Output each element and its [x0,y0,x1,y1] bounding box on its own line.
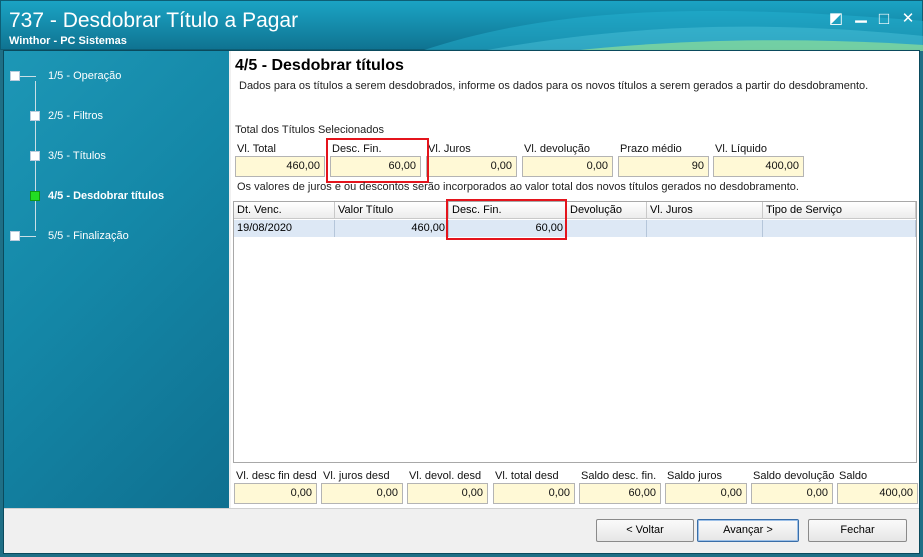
step-label: 2/5 - Filtros [48,110,104,122]
button-bar: < Voltar Avançar > Fechar [4,508,919,553]
total-value-field[interactable]: 460,00 [235,156,325,177]
title-bar: 737 - Desdobrar Título a Pagar Winthor -… [0,0,923,51]
prazo-medio-label: Prazo médio [620,143,682,155]
liquido-label: Vl. Líquido [715,143,767,155]
cell-valor-titulo: 460,00 [335,220,449,237]
cell-dt-venc: 19/08/2020 [234,220,335,237]
page-description: Dados para os títulos a serem desdobrado… [239,80,869,92]
devolucao-label: Vl. devolução [524,143,591,155]
cell-tipo-servico [763,220,916,237]
wizard-steps-sidebar: 1/5 - Operação 2/5 - Filtros 3/5 - Títul… [4,51,229,508]
window-subtitle: Winthor - PC Sistemas [9,35,127,47]
next-button[interactable]: Avançar > [697,519,799,542]
saldo-devolucao-field[interactable]: 0,00 [751,483,833,504]
step-checkbox-icon [30,111,40,121]
juros-field[interactable]: 0,00 [426,156,517,177]
column-header-tipo-servico[interactable]: Tipo de Serviço [763,202,916,219]
title-bar-decoration [421,11,923,51]
saldo-desc-fin-field[interactable]: 60,00 [579,483,661,504]
highlight-box [446,199,567,240]
column-header-devolucao[interactable]: Devolução [567,202,647,219]
window-title: 737 - Desdobrar Título a Pagar [9,9,299,32]
step-label: 1/5 - Operação [48,70,122,82]
vl-devol-desd-field[interactable]: 0,00 [407,483,488,504]
restore-icon[interactable]: ◩ [827,11,845,27]
summary-label: Vl. devol. desd [409,470,482,482]
column-header-vl-juros[interactable]: Vl. Juros [647,202,763,219]
prazo-medio-field[interactable]: 90 [618,156,709,177]
saldo-field[interactable]: 400,00 [837,483,918,504]
step-label: 5/5 - Finalização [48,230,129,242]
vl-juros-desd-field[interactable]: 0,00 [321,483,403,504]
step-checkbox-icon [10,71,20,81]
minimize-icon[interactable]: ▁ [852,7,870,23]
summary-label: Saldo devolução [753,470,835,482]
close-button[interactable]: Fechar [808,519,907,542]
cell-vl-juros [647,220,763,237]
step-label: 4/5 - Desdobrar títulos [48,190,165,202]
juros-label: Vl. Juros [428,143,471,155]
cell-devolucao [567,220,647,237]
back-button[interactable]: < Voltar [596,519,694,542]
summary-label: Saldo juros [667,470,723,482]
titles-grid[interactable]: Dt. Venc. Valor Título Desc. Fin. Devolu… [233,201,917,463]
devolucao-field[interactable]: 0,00 [522,156,613,177]
liquido-field[interactable]: 400,00 [713,156,804,177]
column-header-valor-titulo[interactable]: Valor Título [335,202,449,219]
total-label: Vl. Total [237,143,276,155]
vl-desc-fin-desd-field[interactable]: 0,00 [234,483,317,504]
step-checkbox-icon [30,151,40,161]
vl-total-desd-field[interactable]: 0,00 [493,483,575,504]
main-panel: 4/5 - Desdobrar títulos Dados para os tí… [231,51,919,508]
summary-label: Saldo desc. fin. [581,470,657,482]
summary-label: Vl. desc fin desd [236,470,317,482]
saldo-juros-field[interactable]: 0,00 [665,483,747,504]
step-active-icon [30,191,40,201]
summary-label: Vl. total desd [495,470,559,482]
highlight-box [326,138,429,183]
summary-label: Saldo [839,470,868,482]
column-header-dt-venc[interactable]: Dt. Venc. [234,202,335,219]
step-checkbox-icon [10,231,20,241]
wizard-frame: 1/5 - Operação 2/5 - Filtros 3/5 - Títul… [3,50,920,554]
section-label: Total dos Títulos Selecionados [235,124,384,136]
maximize-icon[interactable]: □ [875,10,893,27]
info-note: Os valores de juros e ou descontos serão… [237,181,799,193]
close-icon[interactable]: ✕ [899,11,917,27]
summary-label: Vl. juros desd [323,470,390,482]
page-title: 4/5 - Desdobrar títulos [235,57,404,74]
step-label: 3/5 - Títulos [48,150,106,162]
